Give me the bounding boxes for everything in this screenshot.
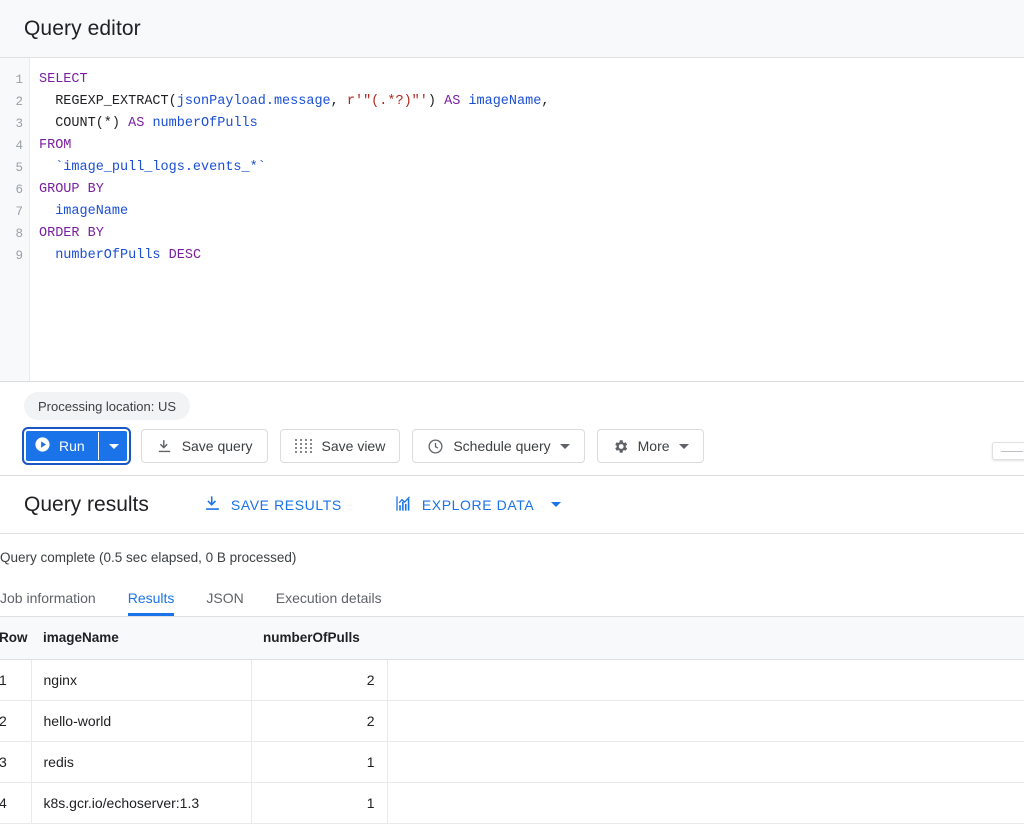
- cell-spacer: [387, 700, 1024, 741]
- download-save-icon: [156, 438, 173, 455]
- cell-numberofpulls: 2: [251, 659, 387, 700]
- bar-chart-icon: [394, 494, 413, 516]
- results-tabs: Job information Results JSON Execution d…: [0, 575, 1024, 617]
- column-header-imagename[interactable]: imageName: [31, 617, 251, 659]
- run-button-group[interactable]: Run: [24, 429, 129, 463]
- cell-imagename: k8s.gcr.io/echoserver:1.3: [31, 782, 251, 823]
- cell-numberofpulls: 1: [251, 741, 387, 782]
- download-icon: [203, 494, 222, 516]
- cell-imagename: nginx: [31, 659, 251, 700]
- query-results-header: Query results SAVE RESULTS EXPLORE DATA: [0, 476, 1024, 534]
- cell-imagename: hello-world: [31, 700, 251, 741]
- save-view-button[interactable]: Save view: [280, 429, 401, 463]
- column-header-row[interactable]: Row: [0, 617, 31, 659]
- line-number: 8: [0, 223, 29, 245]
- results-title: Query results: [24, 493, 149, 517]
- schedule-query-button[interactable]: Schedule query: [412, 429, 584, 463]
- line-number: 6: [0, 179, 29, 201]
- line-number: 4: [0, 135, 29, 157]
- tab-job-information[interactable]: Job information: [0, 591, 112, 616]
- table-row[interactable]: 2 hello-world 2: [0, 700, 1024, 741]
- gear-icon: [612, 438, 629, 455]
- tab-execution-details[interactable]: Execution details: [260, 591, 398, 616]
- processing-location-chip: Processing location: US: [24, 392, 190, 420]
- line-number: 5: [0, 157, 29, 179]
- explore-data-label: EXPLORE DATA: [422, 497, 535, 513]
- sql-code-editor[interactable]: 1 2 3 4 5 6 7 8 9 SELECT REGEXP_EXTRACT(…: [0, 58, 1024, 382]
- more-label: More: [638, 438, 670, 454]
- chevron-down-icon: [551, 502, 561, 507]
- editor-toolbar: Processing location: US Run Save query: [0, 382, 1024, 476]
- save-query-button[interactable]: Save query: [141, 429, 268, 463]
- chevron-down-icon: [679, 444, 689, 449]
- line-number-gutter: 1 2 3 4 5 6 7 8 9: [0, 58, 30, 381]
- cell-row-index: 2: [0, 700, 31, 741]
- cell-row-index: 4: [0, 782, 31, 823]
- cell-imagename: redis: [31, 741, 251, 782]
- cell-numberofpulls: 2: [251, 700, 387, 741]
- page-title: Query editor: [24, 17, 141, 41]
- schedule-query-label: Schedule query: [453, 438, 550, 454]
- cell-spacer: [387, 741, 1024, 782]
- play-circle-icon: [34, 436, 51, 456]
- cell-numberofpulls: 1: [251, 782, 387, 823]
- cell-row-index: 3: [0, 741, 31, 782]
- line-number: 3: [0, 113, 29, 135]
- query-editor-header: Query editor: [0, 0, 1024, 58]
- sql-query-text[interactable]: SELECT REGEXP_EXTRACT(jsonPayload.messag…: [30, 58, 1024, 381]
- results-table-wrapper: Row imageName numberOfPulls 1 nginx 2 2 …: [0, 617, 1024, 824]
- table-row[interactable]: 3 redis 1: [0, 741, 1024, 782]
- chevron-down-icon: [560, 444, 570, 449]
- line-number: 7: [0, 201, 29, 223]
- cell-spacer: [387, 782, 1024, 823]
- table-row[interactable]: 1 nginx 2: [0, 659, 1024, 700]
- save-results-button[interactable]: SAVE RESULTS: [203, 494, 342, 516]
- tab-results[interactable]: Results: [112, 591, 191, 616]
- more-button[interactable]: More: [597, 429, 704, 463]
- query-status-text: Query complete (0.5 sec elapsed, 0 B pro…: [0, 534, 1024, 575]
- run-button-label: Run: [59, 438, 85, 454]
- chevron-down-icon: [109, 444, 119, 449]
- run-dropdown-button[interactable]: [99, 429, 129, 463]
- dot-grid-icon: [295, 439, 313, 453]
- table-row[interactable]: 4 k8s.gcr.io/echoserver:1.3 1: [0, 782, 1024, 823]
- explore-data-button[interactable]: EXPLORE DATA: [394, 494, 562, 516]
- line-number: 2: [0, 91, 29, 113]
- cell-spacer: [387, 659, 1024, 700]
- clock-icon: [427, 438, 444, 455]
- tab-json[interactable]: JSON: [190, 591, 259, 616]
- column-header-numberofpulls[interactable]: numberOfPulls: [251, 617, 387, 659]
- cell-row-index: 1: [0, 659, 31, 700]
- column-header-spacer: [387, 617, 1024, 659]
- save-query-label: Save query: [182, 438, 253, 454]
- results-table: Row imageName numberOfPulls 1 nginx 2 2 …: [0, 617, 1024, 824]
- line-number: 9: [0, 245, 29, 267]
- table-header-row: Row imageName numberOfPulls: [0, 617, 1024, 659]
- save-view-label: Save view: [322, 438, 386, 454]
- run-button[interactable]: Run: [24, 429, 98, 463]
- line-number: 1: [0, 69, 29, 91]
- save-results-label: SAVE RESULTS: [231, 497, 342, 513]
- panel-resize-handle[interactable]: [992, 442, 1024, 460]
